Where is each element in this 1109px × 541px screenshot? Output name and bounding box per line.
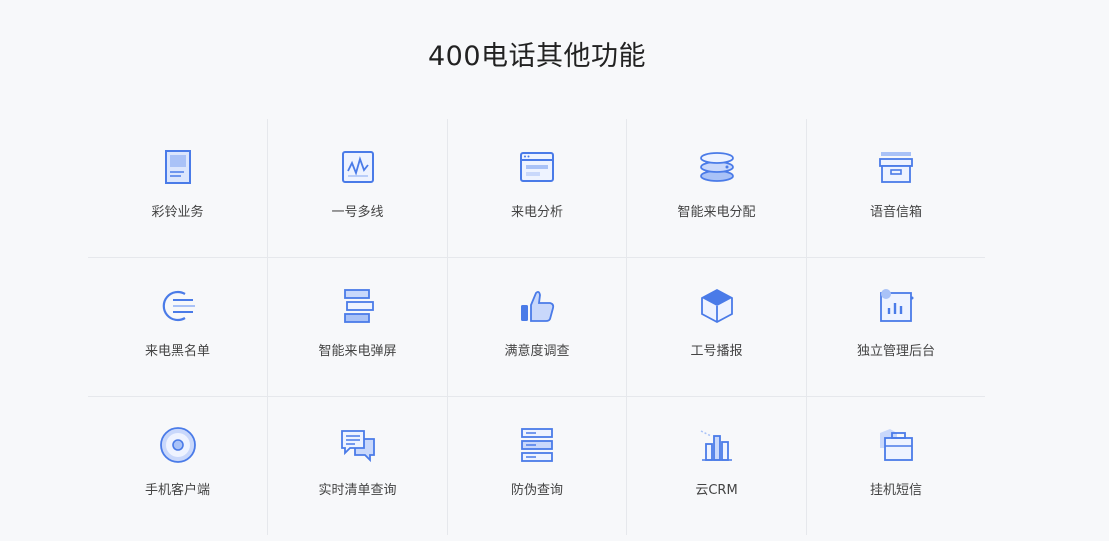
line-chart-icon <box>336 146 380 188</box>
feature-item-mobile-client[interactable]: 手机客户端 <box>88 397 267 535</box>
feature-label: 云CRM <box>695 483 738 498</box>
feature-item-agent-id-announcement[interactable]: 工号播报 <box>626 258 806 397</box>
feature-label: 来电分析 <box>510 205 563 220</box>
feature-item-smart-call-popup[interactable]: 智能来电弹屏 <box>267 258 447 397</box>
feature-label: 一号多线 <box>331 205 384 220</box>
feature-item-satisfaction-survey[interactable]: 满意度调查 <box>447 258 626 397</box>
feature-label: 独立管理后台 <box>856 344 935 359</box>
cube-icon <box>695 285 739 327</box>
browser-window-icon <box>515 146 559 188</box>
feature-label: 满意度调查 <box>504 344 570 359</box>
feature-item-call-blacklist[interactable]: 来电黑名单 <box>88 258 267 397</box>
feature-item-hangup-sms[interactable]: 挂机短信 <box>806 397 985 535</box>
feature-item-color-ringtone[interactable]: 彩铃业务 <box>88 119 267 258</box>
dashboard-chart-icon <box>874 285 918 327</box>
feature-label: 语音信箱 <box>869 205 922 220</box>
chat-bubbles-icon <box>336 424 380 466</box>
feature-item-cloud-crm[interactable]: 云CRM <box>626 397 806 535</box>
feature-label: 智能来电弹屏 <box>318 344 397 359</box>
feature-item-one-number-multi-line[interactable]: 一号多线 <box>267 119 447 258</box>
feature-label: 工号播报 <box>690 344 743 359</box>
feature-label: 实时清单查询 <box>318 483 397 498</box>
folder-icon <box>874 424 918 466</box>
feature-item-anti-counterfeit-query[interactable]: 防伪查询 <box>447 397 626 535</box>
document-icon <box>156 146 200 188</box>
feature-grid: 彩铃业务 一号多线 来电分析 智能来电分配 语音信箱 来电黑名单 智能来电弹屏 … <box>88 119 985 535</box>
feature-item-voicemail[interactable]: 语音信箱 <box>806 119 985 258</box>
page-title: 400电话其他功能 <box>427 41 647 72</box>
feature-label: 彩铃业务 <box>151 205 204 220</box>
block-list-icon <box>156 285 200 327</box>
feature-label: 智能来电分配 <box>677 205 756 220</box>
archive-box-icon <box>874 146 918 188</box>
layers-icon <box>695 146 739 188</box>
feature-item-smart-call-distribution[interactable]: 智能来电分配 <box>626 119 806 258</box>
feature-label: 防伪查询 <box>510 483 563 498</box>
thumbs-up-icon <box>515 285 559 327</box>
stacked-bars-icon <box>336 285 380 327</box>
feature-item-call-analysis[interactable]: 来电分析 <box>447 119 626 258</box>
feature-item-realtime-list-query[interactable]: 实时清单查询 <box>267 397 447 535</box>
feature-label: 手机客户端 <box>144 483 210 498</box>
bar-chart-icon <box>695 424 739 466</box>
disc-icon <box>156 424 200 466</box>
feature-label: 来电黑名单 <box>144 344 210 359</box>
server-stack-icon <box>515 424 559 466</box>
feature-item-admin-dashboard[interactable]: 独立管理后台 <box>806 258 985 397</box>
feature-label: 挂机短信 <box>869 483 922 498</box>
